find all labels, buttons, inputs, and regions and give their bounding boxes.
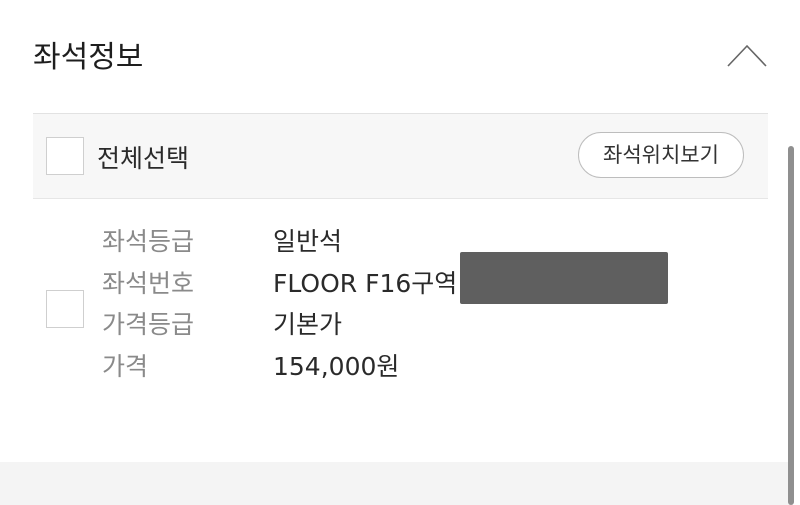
price-grade-value: 기본가	[273, 310, 343, 339]
seat-grade-value: 일반석	[273, 227, 343, 256]
seat-checkbox[interactable]	[46, 290, 84, 328]
price-label: 가격	[102, 352, 149, 381]
chevron-up-icon	[727, 44, 767, 67]
price-grade-label: 가격등급	[102, 310, 195, 339]
select-all-bar: 전체선택 좌석위치보기	[33, 113, 768, 199]
seat-list-item: 좌석등급 일반석 좌석번호 FLOOR F16구역 가격등급 기본가 가격 15…	[33, 198, 768, 428]
price-value: 154,000원	[273, 352, 400, 381]
collapse-toggle[interactable]	[722, 40, 772, 70]
scrollbar[interactable]	[788, 146, 794, 505]
seat-info-panel: 좌석정보 전체선택 좌석위치보기 좌석등급 일반석 좌석번호 FLOOR F16…	[0, 0, 800, 505]
select-all-checkbox[interactable]	[46, 137, 84, 175]
section-title: 좌석정보	[33, 40, 144, 75]
seat-number-value: FLOOR F16구역	[273, 269, 458, 298]
select-all-label: 전체선택	[97, 144, 190, 173]
bottom-divider-band	[0, 462, 790, 505]
seat-number-label: 좌석번호	[102, 269, 195, 298]
seat-map-button[interactable]: 좌석위치보기	[578, 132, 744, 178]
redaction-block	[460, 252, 668, 304]
seat-grade-label: 좌석등급	[102, 227, 195, 256]
